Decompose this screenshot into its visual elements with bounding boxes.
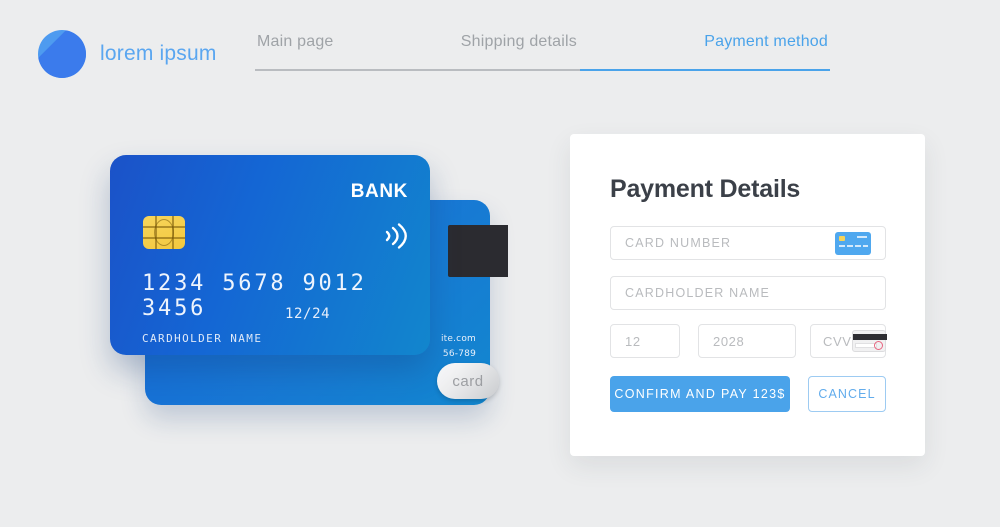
cardholder-name-input[interactable]: CARDHOLDER NAME xyxy=(610,276,886,310)
card-back-line-2: 56-789 xyxy=(442,349,476,359)
page-root: lorem ipsum Main page Shipping details P… xyxy=(0,0,1000,527)
brand-logo-group[interactable]: lorem ipsum xyxy=(38,30,217,78)
payment-details-panel: Payment Details CARD NUMBER CARDHOLDER N… xyxy=(570,134,925,456)
card-badge-label: card xyxy=(452,372,484,390)
cvv-placeholder: CVV xyxy=(823,333,852,349)
checkout-step-tabs: Main page Shipping details Payment metho… xyxy=(255,33,830,71)
card-number-placeholder: CARD NUMBER xyxy=(625,236,732,250)
tab-underline-active-segment xyxy=(580,69,830,71)
credit-card-front: BANK 1234 5678 9012 3456 12/24 CARDHOLDE… xyxy=(110,155,430,355)
tab-shipping-details[interactable]: Shipping details xyxy=(461,33,577,51)
card-back-line-1: ite.com xyxy=(440,334,476,344)
expiry-year-input[interactable]: 2028 xyxy=(698,324,796,358)
card-expiry-text: 12/24 xyxy=(285,306,331,322)
credit-card-back-cvv-icon xyxy=(851,330,887,352)
tab-main-page[interactable]: Main page xyxy=(257,33,334,51)
page-title: Payment Details xyxy=(610,175,801,203)
circle-triangle-logo-icon xyxy=(38,30,86,78)
cvv-input[interactable]: CVV xyxy=(810,324,887,358)
magnetic-stripe-icon xyxy=(448,225,508,277)
expiry-month-input[interactable]: 12 xyxy=(610,324,680,358)
tab-progress-underline xyxy=(255,69,830,71)
bank-label: BANK xyxy=(350,181,408,202)
expiry-year-placeholder: 2028 xyxy=(713,333,745,349)
cardholder-name-placeholder: CARDHOLDER NAME xyxy=(625,286,771,300)
card-back-text: ite.com 56-789 xyxy=(441,332,476,362)
contactless-payment-icon xyxy=(385,223,407,249)
brand-name: lorem ipsum xyxy=(100,42,217,65)
expiry-month-placeholder: 12 xyxy=(625,333,641,349)
emv-chip-icon xyxy=(143,216,185,249)
card-badge: card xyxy=(437,363,499,399)
site-header: lorem ipsum Main page Shipping details P… xyxy=(0,0,1000,100)
tab-underline-inactive-segment xyxy=(255,69,580,71)
confirm-and-pay-button[interactable]: CONFIRM AND PAY 123$ xyxy=(610,376,790,412)
card-number-input[interactable]: CARD NUMBER xyxy=(610,226,886,260)
credit-cards-illustration: ite.com 56-789 card BANK 1234 5678 9012 xyxy=(110,155,508,405)
cancel-button[interactable]: CANCEL xyxy=(808,376,886,412)
credit-card-front-icon xyxy=(835,231,871,255)
tab-payment-method[interactable]: Payment method xyxy=(704,33,828,51)
card-holder-text: CARDHOLDER NAME xyxy=(142,332,263,345)
